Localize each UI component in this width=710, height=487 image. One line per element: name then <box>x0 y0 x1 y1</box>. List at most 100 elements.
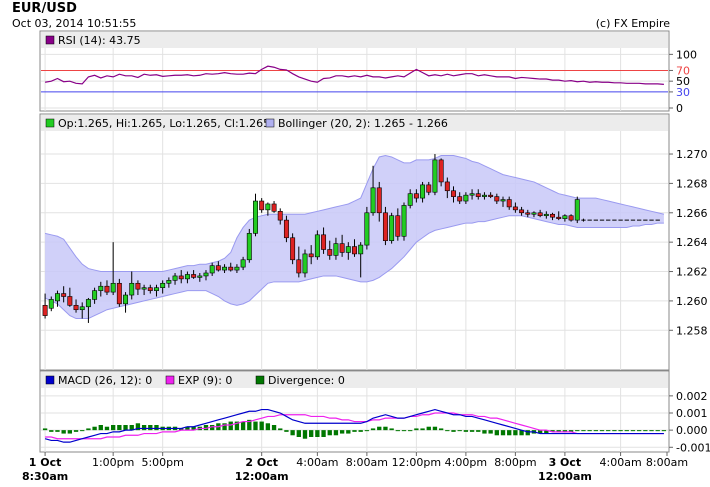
divergence-bar <box>98 425 103 431</box>
candle-body <box>401 205 407 237</box>
time-tick-label: 4:00pm <box>445 456 487 469</box>
macd-legend-swatch <box>165 375 175 385</box>
candle-body <box>432 159 438 193</box>
macd-ytick-label: 0.002 <box>676 390 708 403</box>
macd-legend-swatch <box>255 375 265 385</box>
candle-body <box>129 282 135 296</box>
price-ytick-label: 1.270 <box>676 148 708 161</box>
time-tick-label: 1:00pm <box>92 456 134 469</box>
candle-body <box>215 265 221 271</box>
candle-body <box>321 234 327 250</box>
candle-body <box>525 212 531 215</box>
candle-body <box>506 199 512 208</box>
candle-body <box>308 253 314 258</box>
divergence-bar <box>408 430 413 432</box>
time-tick-label: 2 Oct <box>245 456 278 469</box>
time-sublabel: 8:30am <box>22 470 68 483</box>
candle-body <box>203 272 209 277</box>
candle-body <box>135 282 141 290</box>
price-ytick-label: 1.262 <box>676 266 708 279</box>
candle-body <box>500 199 506 202</box>
divergence-bar <box>364 430 370 432</box>
time-tick-label: 4:00am <box>600 456 642 469</box>
divergence-bar <box>141 425 147 431</box>
candle <box>401 202 407 241</box>
candle <box>302 249 308 278</box>
divergence-bar <box>73 430 79 432</box>
price-ytick-label: 1.268 <box>676 177 708 190</box>
candle <box>574 196 580 224</box>
divergence-bar <box>593 430 599 432</box>
candle-body <box>463 194 469 202</box>
candle-body <box>543 213 549 217</box>
divergence-bar <box>432 426 438 431</box>
candle-body <box>426 184 432 193</box>
macd-legend-label: EXP (9): 0 <box>178 374 232 387</box>
price-ytick-label: 1.258 <box>676 324 708 337</box>
candle-body <box>154 287 159 291</box>
divergence-bar <box>67 430 73 434</box>
divergence-bar <box>265 423 271 431</box>
divergence-bar <box>148 425 153 431</box>
divergence-bar <box>327 430 332 436</box>
candle-body <box>339 243 345 253</box>
divergence-bar <box>463 430 469 432</box>
divergence-bar <box>302 430 308 439</box>
divergence-bar <box>86 428 91 431</box>
divergence-bar <box>494 430 499 436</box>
time-tick-label: 3 Oct <box>549 456 582 469</box>
candle-body <box>302 253 308 274</box>
candle <box>364 206 370 250</box>
candle-body <box>364 212 370 246</box>
candle <box>116 278 122 307</box>
candle-body <box>48 299 54 309</box>
rsi-ytick-label: 100 <box>676 48 697 61</box>
candle-body <box>488 194 494 197</box>
candle <box>314 230 320 260</box>
candle-body <box>85 299 91 308</box>
candle-body <box>271 203 277 212</box>
divergence-bar <box>278 428 283 431</box>
divergence-bar <box>117 425 122 431</box>
price-ytick-label: 1.264 <box>676 236 708 249</box>
divergence-bar <box>339 430 345 434</box>
divergence-bar <box>55 430 60 432</box>
divergence-bar <box>61 430 66 434</box>
rsi-legend-swatch <box>45 35 55 45</box>
divergence-bar <box>240 421 246 431</box>
candle-body <box>228 266 234 271</box>
candle <box>382 206 388 246</box>
candle-body <box>314 234 320 258</box>
candle-body <box>92 290 98 300</box>
candle-body <box>358 244 364 255</box>
candle-body <box>178 275 184 280</box>
candle <box>432 154 438 196</box>
candle-body <box>141 287 147 290</box>
candle-body <box>469 193 475 196</box>
divergence-bar <box>389 428 394 431</box>
macd-legend-swatch <box>45 375 55 385</box>
divergence-bar <box>352 430 357 432</box>
time-tick-label: 12:00pm <box>392 456 441 469</box>
divergence-bar <box>420 428 425 431</box>
divergence-bar <box>80 430 85 432</box>
macd-legend-label: MACD (26, 12): 0 <box>58 374 152 387</box>
divergence-bar <box>110 425 116 431</box>
divergence-bar <box>333 430 339 436</box>
ohlc-legend-label: Op:1.265, Hi:1.265, Lo:1.265, Cl:1.265 <box>58 117 270 130</box>
divergence-bar <box>624 430 629 432</box>
divergence-bar <box>513 430 518 436</box>
candle-body <box>444 181 450 192</box>
candle-body <box>562 215 568 219</box>
bollinger-legend-label: Bollinger (20, 2): 1.265 - 1.266 <box>278 117 448 130</box>
candle-body <box>531 212 537 215</box>
divergence-bar <box>643 430 648 432</box>
candle-body <box>98 285 104 291</box>
price-ytick-label: 1.260 <box>676 295 708 308</box>
macd-ytick-label: 0.001 <box>676 407 708 420</box>
rsi-reference-label: 30 <box>676 86 690 99</box>
candle-body <box>333 243 339 256</box>
time-sublabel: 12:00am <box>235 470 289 483</box>
divergence-bar <box>49 430 54 432</box>
divergence-bar <box>154 425 159 431</box>
